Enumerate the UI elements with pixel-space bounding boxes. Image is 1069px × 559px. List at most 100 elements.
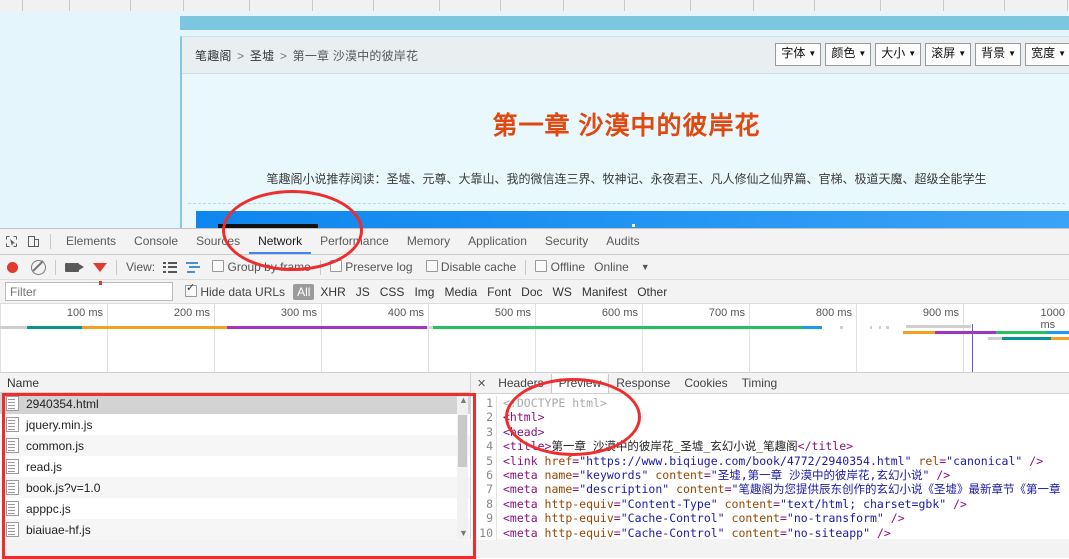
table-row[interactable]: book.js?v=1.0 [0,477,470,498]
code-line-number: 3 [471,424,497,440]
waterfall-view-icon[interactable] [186,261,201,273]
toolbar-divider [525,259,527,275]
column-header-name[interactable]: Name [0,373,470,393]
tab-application[interactable]: Application [459,229,536,254]
filter-type-all[interactable]: All [293,283,315,300]
chevron-down-icon: ▼ [1058,49,1066,58]
top-strip-cell [23,0,70,11]
table-row[interactable]: 2940354.html [0,393,470,414]
blue-ad-banner[interactable] [196,211,1069,228]
tab-timing[interactable]: Timing [735,374,785,392]
clear-icon[interactable] [31,259,46,275]
tab-audits[interactable]: Audits [597,229,648,254]
close-icon[interactable]: ✕ [471,377,491,390]
chevron-down-icon[interactable]: ▼ [641,262,650,272]
filter-type-font[interactable]: Font [483,285,515,299]
code-line: 5 <link href="https://www.biqiuge.com/boo… [471,453,1069,469]
record-icon[interactable] [7,261,18,273]
filter-type-xhr[interactable]: XHR [316,285,349,299]
top-strip-cell [625,0,691,11]
scrollbar-thumb[interactable] [458,415,467,467]
top-strip-cell [1005,0,1068,11]
divider [188,203,1065,204]
code-line-number: 2 [471,410,497,425]
scroll-up-icon[interactable]: ▲ [459,395,468,405]
devtools-tabstrip: Elements Console Sources Network Perform… [0,229,1069,255]
breadcrumb-item-site[interactable]: 笔趣阁 [195,49,232,63]
disable-cache-checkbox[interactable]: Disable cache [425,260,517,274]
tab-elements[interactable]: Elements [57,229,125,254]
tab-headers[interactable]: Headers [491,374,550,392]
table-row[interactable]: biaiuae-hf.js [0,519,470,540]
code-line-text: <html> [503,410,545,425]
timeline-ruler: 100 ms 200 ms 300 ms 400 ms 500 ms 600 m… [0,304,1069,372]
chapter-content-box: 笔趣阁 > 圣墟 > 第一章 沙漠中的彼岸花 字体 ▼ 颜色 ▼ 大小 ▼ 滚屏 ▼ 背… [180,36,1069,229]
tab-performance[interactable]: Performance [311,229,398,254]
offline-checkbox[interactable]: Offline [535,260,585,274]
capture-screenshots-icon[interactable] [65,262,84,272]
filter-type-ws[interactable]: WS [549,285,576,299]
preserve-log-checkbox[interactable]: Preserve log [329,260,413,274]
requests-scrollbar[interactable]: ▲ ▼ [457,393,468,539]
filter-icon[interactable] [93,262,107,285]
color-button[interactable]: 颜色 ▼ [825,43,872,66]
timeline-tick-label: 200 ms [173,307,210,319]
scroll-button[interactable]: 滚屏 ▼ [925,43,972,66]
table-row[interactable]: read.js [0,456,470,477]
filter-type-doc[interactable]: Doc [517,285,546,299]
breadcrumb-item-book[interactable]: 圣墟 [250,49,274,63]
code-line: 6 <meta name="keywords" content="圣墟,第一章 沙… [471,468,1069,483]
size-button[interactable]: 大小 ▼ [875,43,922,66]
disable-cache-label: Disable cache [440,260,517,274]
toolbar-divider [55,259,56,275]
table-row[interactable]: apppc.js [0,498,470,519]
preview-source-code[interactable]: 1 <!DOCTYPE html> 2 <html> 3 <head> 4 <title>第一… [471,394,1069,541]
top-strip-cell [184,0,250,11]
table-row[interactable]: common.js [0,435,470,456]
tab-cookies[interactable]: Cookies [677,374,734,392]
toolbar-divider [50,234,51,249]
font-button[interactable]: 字体 ▼ [775,43,822,66]
online-throttle-label[interactable]: Online [594,260,629,274]
code-line-number: 7 [471,482,497,497]
ad-dot [632,224,635,227]
devtools-panel: Elements Console Sources Network Perform… [0,228,1069,558]
table-row[interactable]: jquery.min.js [0,414,470,435]
filter-type-js[interactable]: JS [352,285,374,299]
top-strip-cell [691,0,754,11]
hide-data-urls-checkbox[interactable]: Hide data URLs [185,281,285,299]
tab-preview[interactable]: Preview [550,374,610,393]
chevron-down-icon: ▼ [1008,49,1017,58]
width-button[interactable]: 宽度 ▼ [1025,43,1069,66]
tab-response[interactable]: Response [609,374,677,392]
timeline-tick-label: 900 ms [922,307,959,319]
document-icon [6,396,19,411]
top-strip-cell [313,0,374,11]
chevron-down-icon: ▼ [958,49,967,58]
filter-type-other[interactable]: Other [633,285,671,299]
code-line: 10 <meta http-equiv="Cache-Control" conte… [471,525,1069,541]
tab-security[interactable]: Security [536,229,597,254]
request-name: read.js [26,459,63,474]
group-by-frame-checkbox[interactable]: Group by frame [212,260,311,274]
tab-console[interactable]: Console [125,229,187,254]
tab-network[interactable]: Network [249,229,311,254]
document-icon [6,417,19,432]
filter-type-manifest[interactable]: Manifest [578,285,631,299]
device-toolbar-icon[interactable] [22,229,44,254]
tab-memory[interactable]: Memory [398,229,459,254]
inspect-element-icon[interactable] [0,229,22,254]
timeline-tick-label: 100 ms [66,307,103,319]
network-overview-timeline[interactable]: 100 ms 200 ms 300 ms 400 ms 500 ms 600 m… [0,304,1069,373]
filter-type-media[interactable]: Media [440,285,481,299]
filter-input[interactable] [5,282,173,301]
scroll-down-icon[interactable]: ▼ [459,528,468,538]
document-icon [6,480,19,495]
filter-type-css[interactable]: CSS [376,285,409,299]
list-view-icon[interactable] [163,261,178,273]
breadcrumb-bar: 笔趣阁 > 圣墟 > 第一章 沙漠中的彼岸花 字体 ▼ 颜色 ▼ 大小 ▼ 滚屏 ▼ 背… [182,37,1069,74]
filter-type-img[interactable]: Img [410,285,438,299]
code-line: 2 <html> [471,410,1069,425]
tab-sources[interactable]: Sources [187,229,249,254]
background-button[interactable]: 背景 ▼ [975,43,1022,66]
